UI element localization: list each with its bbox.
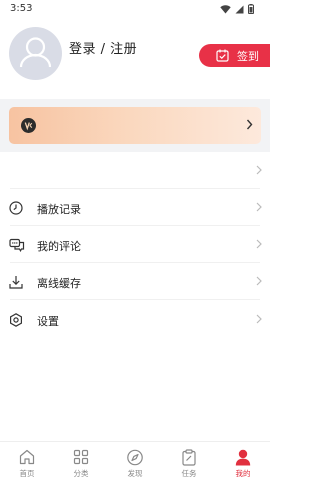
menu-row-blank[interactable]: [0, 152, 270, 189]
clipboard-icon: [182, 449, 196, 466]
signin-button[interactable]: 签到: [199, 44, 270, 67]
menu-label: 设置: [37, 315, 59, 328]
chevron-right-icon: [256, 276, 262, 286]
menu-label: 播放记录: [37, 203, 81, 216]
chat-bubbles-icon: [9, 238, 25, 252]
tab-tasks[interactable]: 任务: [162, 442, 216, 481]
tab-label: 分类: [73, 469, 89, 478]
status-bar: 3:53: [0, 0, 270, 20]
user-silhouette-icon: [19, 37, 52, 68]
grid-icon: [73, 449, 89, 465]
home-icon: [19, 449, 35, 465]
divider: [10, 299, 260, 300]
status-time: 3:53: [10, 3, 33, 14]
chevron-right-icon: [256, 202, 262, 212]
chevron-right-icon: [256, 165, 262, 175]
menu-row-offline-cache[interactable]: 离线缓存: [0, 263, 270, 300]
menu-row-my-comments[interactable]: 我的评论: [0, 226, 270, 263]
vip-section: [0, 99, 270, 152]
login-register-link[interactable]: 登录 / 注册: [69, 38, 137, 57]
bottom-tab-bar: 首页 分类 发现 任务 我的: [0, 441, 270, 481]
menu-label: 离线缓存: [37, 277, 81, 290]
gear-icon: [10, 313, 22, 327]
tab-category[interactable]: 分类: [54, 442, 108, 481]
wifi-icon: [220, 4, 231, 13]
tab-discover[interactable]: 发现: [108, 442, 162, 481]
menu-row-play-history[interactable]: 播放记录: [0, 189, 270, 226]
chevron-right-icon: [256, 314, 262, 324]
calendar-check-icon: [216, 49, 229, 62]
user-icon: [235, 449, 251, 466]
battery-icon: [248, 4, 254, 14]
avatar[interactable]: [9, 27, 62, 80]
chevron-right-icon: [256, 239, 262, 249]
menu-label: 我的评论: [37, 240, 81, 253]
tab-label: 发现: [127, 469, 143, 478]
status-icons: [220, 4, 254, 14]
clock-icon: [9, 201, 23, 215]
tab-label: 首页: [19, 469, 35, 478]
chevron-right-icon: [246, 119, 253, 130]
signin-label: 签到: [237, 49, 259, 63]
download-icon: [9, 276, 23, 289]
tab-mine[interactable]: 我的: [216, 442, 270, 481]
compass-icon: [127, 449, 143, 466]
vip-banner[interactable]: [9, 107, 261, 144]
signal-icon: [235, 5, 244, 13]
menu-row-settings[interactable]: 设置: [0, 301, 270, 338]
tab-label: 任务: [181, 469, 197, 478]
tab-label: 我的: [235, 469, 251, 478]
vip-badge-icon: [21, 118, 36, 133]
tab-home[interactable]: 首页: [0, 442, 54, 481]
